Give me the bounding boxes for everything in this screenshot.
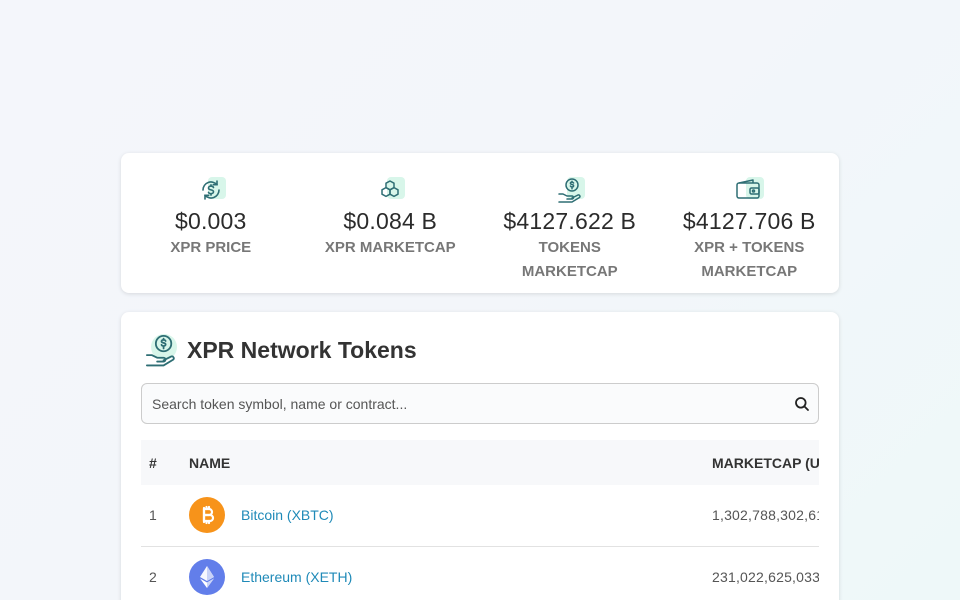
stat-value: $4127.622 B	[503, 208, 637, 234]
dollar-refresh-icon	[196, 175, 226, 205]
cubes-icon	[375, 175, 406, 205]
column-header-num[interactable]: #	[141, 440, 189, 485]
stat-value: $4127.706 B	[682, 208, 816, 234]
stat-label: XPR PRICE	[170, 239, 252, 256]
stat-label: TOKENS MARKETCAP	[521, 239, 618, 280]
wallet-icon	[734, 175, 765, 205]
search-box	[141, 383, 819, 424]
stat-value: $0.084 B	[343, 208, 438, 234]
stats-card: $0.003 XPR PRICE $0.084 B XPR MARKETCAP	[121, 153, 839, 293]
tokens-card: XPR Network Tokens # NAME MARKETCAP (USD…	[121, 312, 839, 600]
row-number: 2	[141, 546, 189, 600]
tokens-table: # NAME MARKETCAP (USD) 1	[141, 440, 819, 600]
search-icon[interactable]	[794, 396, 810, 412]
stat-xpr-price: $0.003 XPR PRICE	[121, 153, 301, 293]
column-header-marketcap[interactable]: MARKETCAP (USD)	[712, 440, 819, 485]
column-header-name[interactable]: NAME	[189, 440, 712, 485]
stat-label: XPR MARKETCAP	[324, 239, 456, 256]
ethereum-icon	[189, 558, 225, 595]
page-title: XPR Network Tokens	[187, 336, 417, 363]
token-link[interactable]: Ethereum (XETH)	[241, 569, 352, 585]
stat-xpr-tokens-marketcap: $4127.706 B XPR + TOKENS MARKETCAP	[660, 153, 840, 293]
stat-value: $0.003	[174, 208, 247, 234]
hand-coin-icon	[555, 175, 585, 205]
token-link[interactable]: Bitcoin (XBTC)	[241, 507, 334, 523]
tokens-header: XPR Network Tokens	[143, 332, 417, 368]
name-cell: Ethereum (XETH)	[189, 546, 712, 600]
marketcap-value: 1,302,788,302,612	[712, 485, 819, 547]
table-row[interactable]: 1 Bitcoin (XBTC) 1,302,788,302,6	[141, 485, 819, 547]
table-row[interactable]: 2 Ethereum (XETH) 231,022,625,033	[141, 546, 819, 600]
stat-tokens-marketcap: $4127.622 B TOKENS MARKETCAP	[480, 153, 660, 293]
marketcap-text: 1,302,788,302,612	[712, 507, 819, 524]
marketcap-text: 231,022,625,033	[712, 568, 819, 585]
hand-coin-icon	[143, 332, 179, 368]
stat-xpr-marketcap: $0.084 B XPR MARKETCAP	[301, 153, 481, 293]
search-input[interactable]	[142, 384, 772, 423]
name-cell: Bitcoin (XBTC)	[189, 485, 712, 547]
marketcap-value: 231,022,625,033	[712, 546, 819, 600]
bitcoin-icon	[189, 497, 225, 534]
table-header-row: # NAME MARKETCAP (USD)	[141, 440, 819, 485]
stat-label: XPR + TOKENS MARKETCAP	[694, 239, 805, 280]
row-number: 1	[141, 485, 189, 547]
